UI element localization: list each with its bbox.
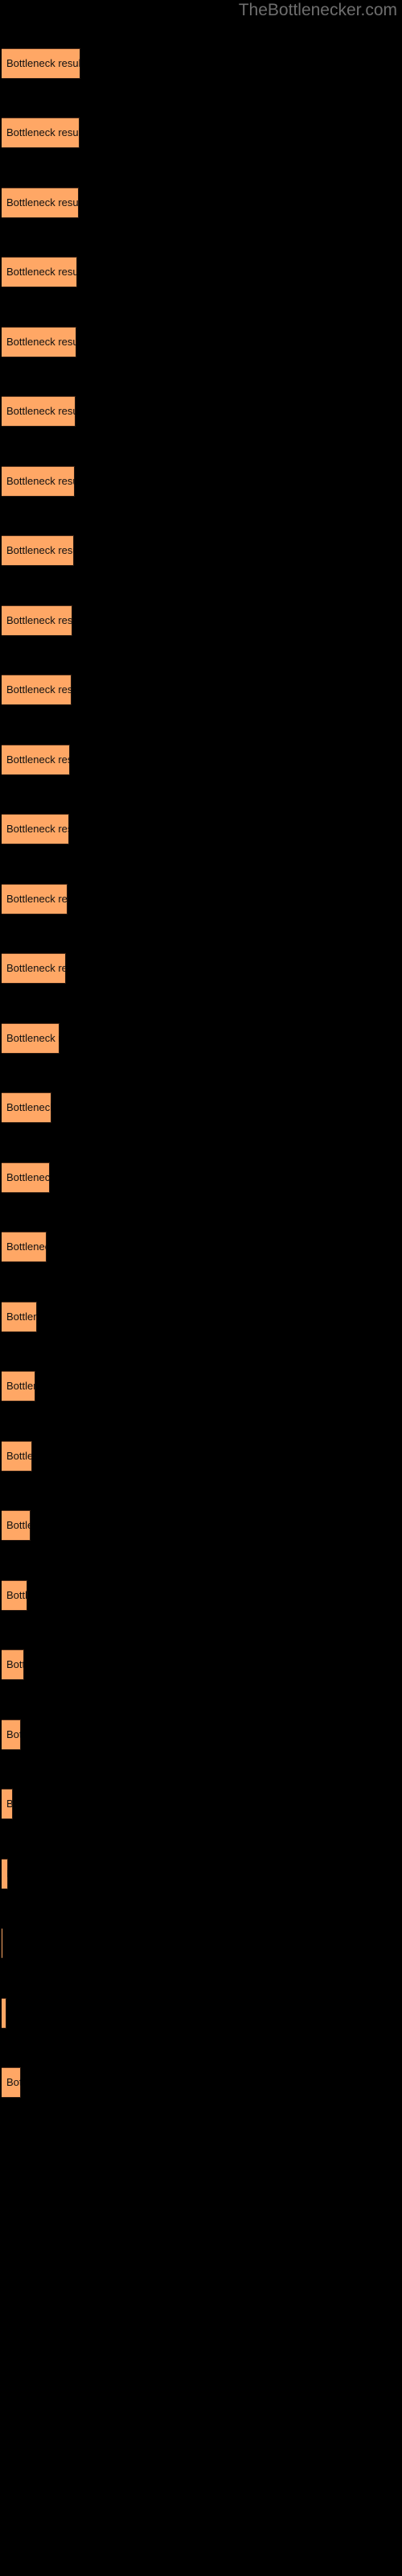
bar-label: Bottleneck result [6,405,76,417]
bar-row: Bottleneck result [0,1928,402,1959]
bar-label: Bottleneck result [6,1380,35,1392]
bar-label: Bottleneck result [6,614,72,626]
bar-label: Bottleneck result [6,266,77,278]
bar-label-clip: Bottleneck result [2,1302,37,1332]
bar-row: Bottleneck result [0,327,402,357]
bar-label: Bottleneck result [6,683,72,696]
bar-row: Bottleneck result [0,466,402,497]
bar-label: Bottleneck result [6,1101,51,1113]
bar-row: Bottleneck result [0,605,402,636]
bar-row: Bottleneck result [0,1441,402,1472]
bar-label: Bottleneck result [6,1032,59,1044]
bar-label: Bottleneck result [6,1519,31,1531]
bar-label: Bottleneck result [6,1798,13,1810]
bar-row: Bottleneck result [0,257,402,287]
bar-label-clip: Bottleneck result [2,1371,35,1402]
bar-row: Bottleneck result [0,2067,402,2098]
bar-row: Bottleneck result [0,1023,402,1054]
bar-label-clip: Bottleneck result [2,1441,32,1472]
bar-row: Bottleneck result [0,1371,402,1402]
bar-row: Bottleneck result [0,188,402,218]
bar-row: Bottleneck result [0,1859,402,1889]
bar-row: Bottleneck result [0,814,402,844]
bar-label: Bottleneck result [6,753,70,766]
bar-label-clip: Bottleneck result [2,1510,31,1541]
bar-row: Bottleneck result [0,1232,402,1262]
bar-label-clip: Bottleneck result [2,1580,27,1611]
plot-area: Bottleneck result Bottleneck result Bottle… [0,0,402,2576]
bar-label-clip: Bottleneck result [2,2067,21,2098]
bar-label: Bottleneck result [6,1450,32,1462]
bar-label: Bottleneck result [6,57,80,69]
bar-row: Bottleneck result [0,1649,402,1680]
bar-row: Bottleneck result [0,1719,402,1750]
bar-label-clip: Bottleneck result [2,1092,51,1123]
bar-row: Bottleneck result [0,884,402,914]
bar-label-clip: Bottleneck result [2,745,70,775]
bar-label: Bottleneck result [6,1241,47,1253]
bar-label: Bottleneck result [6,475,75,487]
bar-row: Bottleneck result [0,953,402,984]
bar-label-clip: Bottleneck result [2,1998,6,2029]
bar-label: Bottleneck result [6,1658,24,1670]
bar-label-clip: Bottleneck result [2,118,80,148]
bar-label-clip: Bottleneck result [2,1232,47,1262]
bar-row: Bottleneck result [0,118,402,148]
bar-row: Bottleneck result [0,1092,402,1123]
bar-label-clip: Bottleneck result [2,257,77,287]
bar-row: Bottleneck result [0,1789,402,1819]
bar-label: Bottleneck result [6,336,76,348]
bar-label-clip: Bottleneck result [2,1789,13,1819]
bar-label: Bottleneck result [6,1311,37,1323]
bar-row: Bottleneck result [0,1510,402,1541]
bar-label-clip: Bottleneck result [2,327,76,357]
bar-label-clip: Bottleneck result [2,884,68,914]
bar-label: Bottleneck result [6,1589,27,1601]
bar-row: Bottleneck result [0,1302,402,1332]
bar-label: Bottleneck result [6,893,68,905]
bar-label-clip: Bottleneck result [2,1162,50,1193]
bar-label: Bottleneck result [6,1728,21,1740]
bar-label: Bottleneck result [6,1859,8,1889]
bar-label: Bottleneck result [6,126,80,138]
bar-label-clip: Bottleneck result [2,535,74,566]
bar-row: Bottleneck result [0,396,402,427]
bar-row: Bottleneck result [0,745,402,775]
bar-label-clip: Bottleneck result [2,1023,59,1054]
bar-label-clip: Bottleneck result [2,48,80,79]
bottleneck-bar-chart: TheBottlenecker.com Bottleneck result Bot… [0,0,402,2576]
bar-row: Bottleneck result [0,1580,402,1611]
bar-label: Bottleneck result [6,1171,50,1183]
bar-label-clip: Bottleneck result [2,605,72,636]
bar-row: Bottleneck result [0,48,402,79]
bar-label: Bottleneck result [6,544,74,556]
bar-label-clip: Bottleneck result [2,814,69,844]
bar-row: Bottleneck result [0,1998,402,2029]
bar-label-clip: Bottleneck result [2,396,76,427]
bar-label-clip: Bottleneck result [2,188,79,218]
bar-label-clip: Bottleneck result [2,1859,8,1889]
bar-label-clip: Bottleneck result [2,1649,24,1680]
bar-label: Bottleneck result [6,823,69,835]
bar-label-clip: Bottleneck result [2,466,75,497]
bar-label: Bottleneck result [6,962,66,974]
bar-row: Bottleneck result [0,535,402,566]
bar-label: Bottleneck result [6,196,79,208]
bar-row: Bottleneck result [0,675,402,705]
bar-label-clip: Bottleneck result [2,675,72,705]
bar-label-clip: Bottleneck result [2,953,66,984]
bar-label-clip: Bottleneck result [2,1719,21,1750]
bar-label: Bottleneck result [6,2076,21,2088]
bar-row: Bottleneck result [0,1162,402,1193]
